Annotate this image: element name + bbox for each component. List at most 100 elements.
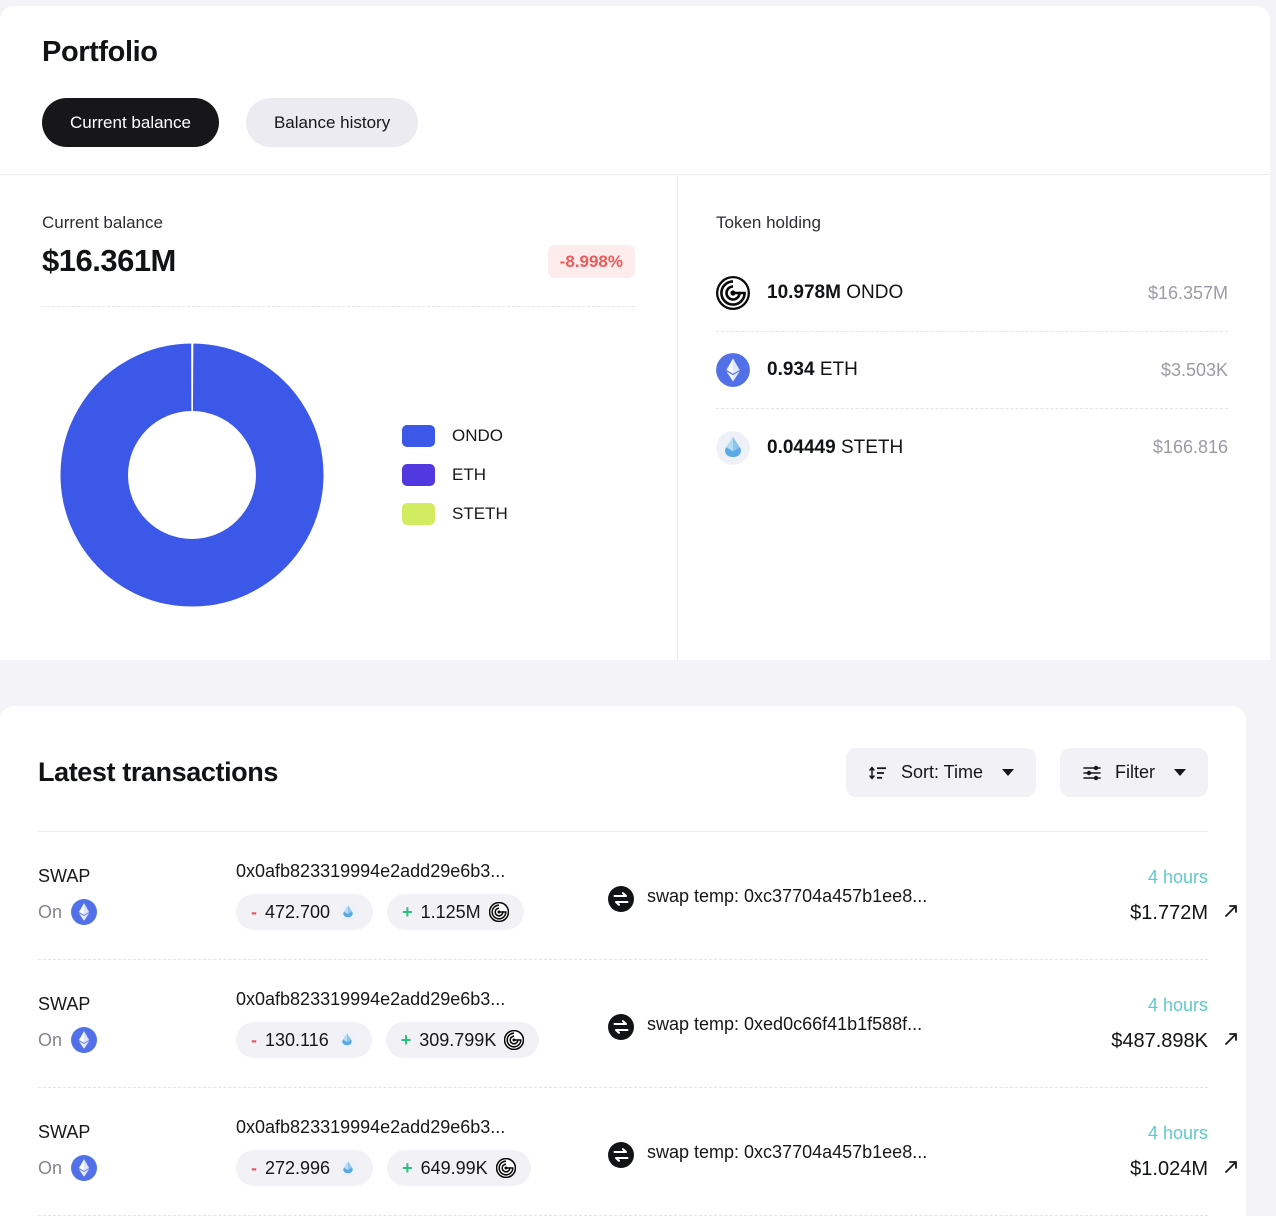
steth-token-icon <box>338 902 359 922</box>
ondo-token-icon <box>716 276 750 310</box>
token-amount-value: 0.934 <box>767 359 815 380</box>
tx-type-cell: SWAP On <box>38 866 236 925</box>
tx-counterparty-label[interactable]: swap temp: 0xc37704a457b1ee8... <box>647 1142 927 1163</box>
swap-icon <box>608 885 634 912</box>
tx-out-sign: - <box>251 902 257 922</box>
legend-item-steth[interactable]: STETH <box>402 503 508 525</box>
tx-counterparty-label[interactable]: swap temp: 0xc37704a457b1ee8... <box>647 886 927 907</box>
legend-label-steth: STETH <box>452 504 508 523</box>
portfolio-tabs: Current balance Balance history <box>42 98 1270 174</box>
tab-current-balance[interactable]: Current balance <box>42 98 219 147</box>
table-row[interactable]: SWAP On 0x0afb823319994e2add29e6b3... - … <box>38 960 1237 1088</box>
allocation-donut-chart <box>42 325 342 625</box>
table-row[interactable]: SWAP On 0x0afb823319994e2add29e6b3... - … <box>38 832 1237 960</box>
token-holding-title: Token holding <box>716 213 821 232</box>
token-row[interactable]: 0.934 ETH $3.503K <box>716 332 1228 409</box>
tx-meta-cell: 4 hours $487.898K <box>1018 994 1237 1053</box>
allocation-chart-area: ONDO ETH STETH <box>42 325 635 625</box>
tx-amount-in-pill: + 649.99K <box>387 1150 531 1186</box>
sort-button-label: Sort: Time <box>900 762 983 782</box>
tab-balance-history[interactable]: Balance history <box>245 98 419 147</box>
tx-type-cell: SWAP On <box>38 994 236 1053</box>
filter-button-label: Filter <box>1115 762 1155 782</box>
steth-token-icon <box>338 1158 359 1178</box>
external-link-icon[interactable] <box>1220 1031 1242 1053</box>
tx-in-amount: 1.125M <box>420 902 481 922</box>
tx-amount-out-pill: - 472.700 <box>236 894 374 930</box>
tx-in-sign: + <box>402 902 413 922</box>
tx-hash-link[interactable]: 0x0afb823319994e2add29e6b3... <box>236 1117 608 1138</box>
tx-counterparty-cell: swap temp: 0xc37704a457b1ee8... <box>608 1136 1018 1168</box>
tx-in-sign: + <box>400 1030 412 1050</box>
token-holding-list: 10.978M ONDO $16.357M 0.934 ETH $3.503K <box>716 255 1228 486</box>
tx-time: 4 hours <box>1147 994 1208 1015</box>
tx-hash-link[interactable]: 0x0afb823319994e2add29e6b3... <box>236 989 608 1010</box>
token-usd-value: $166.816 <box>1152 437 1228 457</box>
tx-detail-cell: 0x0afb823319994e2add29e6b3... - 272.996 … <box>236 1117 608 1186</box>
tx-hash-link[interactable]: 0x0afb823319994e2add29e6b3... <box>236 861 608 882</box>
token-row[interactable]: 0.04449 STETH $166.816 <box>716 409 1228 486</box>
tx-counterparty-cell: swap temp: 0xed0c66f41b1f588f... <box>608 1008 1018 1040</box>
current-balance-label: Current balance <box>42 213 163 232</box>
legend-item-eth[interactable]: ETH <box>402 464 508 486</box>
sort-button[interactable]: Sort: Time <box>845 748 1036 797</box>
legend-item-ondo[interactable]: ONDO <box>402 425 508 447</box>
balance-divider <box>42 306 635 307</box>
tx-amount-out-pill: - 272.996 <box>236 1150 374 1186</box>
balance-change-badge: -8.998% <box>547 244 635 278</box>
transactions-title: Latest transactions <box>38 757 278 787</box>
tx-in-amount: 309.799K <box>419 1030 497 1050</box>
tx-detail-cell: 0x0afb823319994e2add29e6b3... - 130.116 … <box>236 989 608 1058</box>
table-row[interactable]: SWAP On 0x0afb823319994e2add29e6b3... - … <box>38 1088 1237 1216</box>
tx-usd-value: $1.772M <box>1130 901 1208 924</box>
portfolio-card: Portfolio Current balance Balance histor… <box>0 6 1270 660</box>
token-amount: 10.978M ONDO <box>767 282 903 304</box>
filter-icon <box>1083 765 1101 780</box>
tx-amount-pills: - 472.700 + 1.125M <box>236 894 608 930</box>
tx-detail-cell: 0x0afb823319994e2add29e6b3... - 472.700 … <box>236 861 608 930</box>
swap-icon <box>608 1141 634 1168</box>
token-symbol: ETH <box>819 359 858 380</box>
eth-token-icon <box>716 353 750 387</box>
steth-token-icon <box>336 1030 357 1050</box>
tx-on-label: On <box>38 1157 63 1178</box>
tx-type-cell: SWAP On <box>38 1122 236 1181</box>
tx-amount-in-pill: + 309.799K <box>385 1022 540 1058</box>
token-symbol: STETH <box>840 436 904 458</box>
legend-label-eth: ETH <box>452 465 486 484</box>
tx-counterparty-label[interactable]: swap temp: 0xed0c66f41b1f588f... <box>647 1014 922 1035</box>
eth-chain-icon <box>71 1155 98 1181</box>
tx-chain-cell: On <box>38 1027 236 1053</box>
tx-out-amount: 272.996 <box>265 1158 331 1178</box>
tx-time: 4 hours <box>1147 866 1208 887</box>
tx-amount-out-pill: - 130.116 <box>236 1022 372 1058</box>
transactions-controls: Sort: Time Filter <box>845 748 1208 797</box>
tx-amount-pills: - 272.996 + 649.99K <box>236 1150 608 1186</box>
tx-meta-cell: 4 hours $1.024M <box>1018 1123 1237 1181</box>
eth-chain-icon <box>71 1027 98 1053</box>
tx-chain-cell: On <box>38 899 236 925</box>
portfolio-page: Portfolio Current balance Balance histor… <box>0 0 1276 1216</box>
legend-label-ondo: ONDO <box>452 426 503 445</box>
portfolio-panels: Current balance $16.361M -8.998% ONDO ET… <box>0 174 1270 660</box>
tx-type-label: SWAP <box>38 866 91 886</box>
swap-icon <box>608 1013 634 1040</box>
tx-out-sign: - <box>251 1030 257 1050</box>
ondo-token-icon <box>495 1158 516 1178</box>
eth-chain-icon <box>71 899 98 925</box>
ondo-token-icon <box>488 902 509 922</box>
token-row-left: 0.934 ETH <box>716 353 858 387</box>
section-gap <box>0 664 1276 710</box>
token-row[interactable]: 10.978M ONDO $16.357M <box>716 255 1228 332</box>
filter-button[interactable]: Filter <box>1060 748 1208 797</box>
transactions-header: Latest transactions Sort: Time Filter <box>38 706 1208 831</box>
token-amount-value: 0.04449 <box>767 436 836 458</box>
page-title: Portfolio <box>42 36 158 68</box>
current-balance-row: $16.361M -8.998% <box>42 243 635 279</box>
steth-token-icon <box>716 430 750 465</box>
donut-svg <box>59 342 325 608</box>
external-link-icon[interactable] <box>1220 1159 1242 1181</box>
tx-meta-cell: 4 hours $1.772M <box>1018 866 1237 925</box>
external-link-icon[interactable] <box>1220 903 1242 925</box>
tx-type-label: SWAP <box>38 1122 91 1142</box>
